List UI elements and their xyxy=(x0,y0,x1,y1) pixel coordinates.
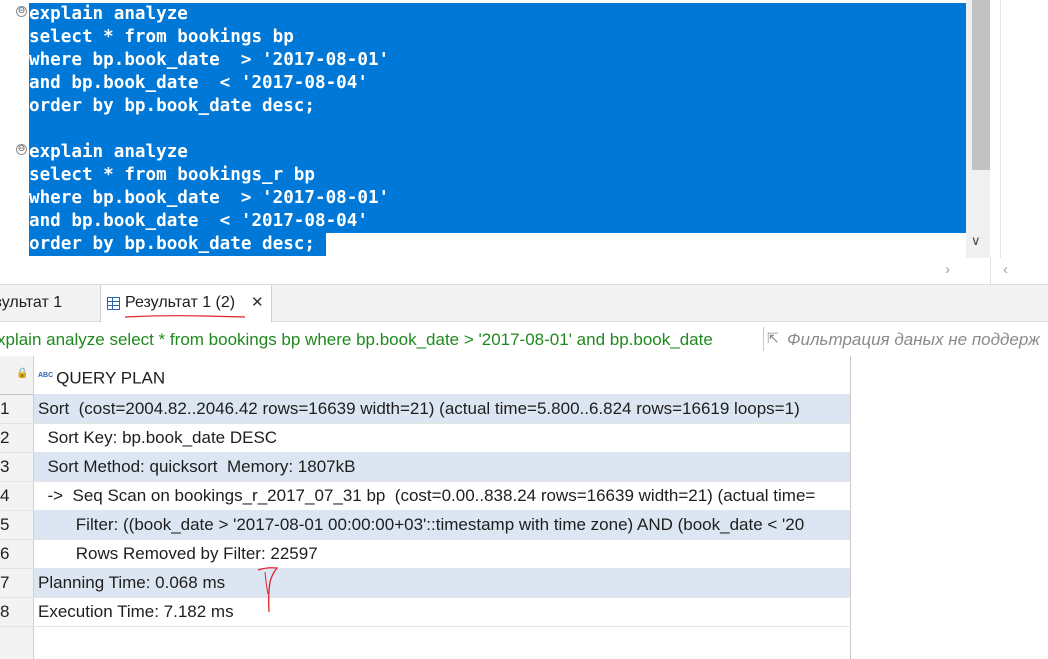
code-line: explain analyze xyxy=(29,142,188,162)
row-number: 1 xyxy=(0,399,9,418)
query-plan-cell[interactable]: -> Seq Scan on bookings_r_2017_07_31 bp … xyxy=(34,481,850,510)
code-line: order by bp.book_date desc; xyxy=(29,96,315,116)
row-number: 6 xyxy=(0,544,9,563)
code-line: select * from bookings_r bp xyxy=(29,165,315,185)
query-plan-cell[interactable]: Sort Key: bp.book_date DESC xyxy=(34,423,850,452)
chevron-down-icon[interactable]: ∨ xyxy=(971,233,981,249)
tab-result-1-2[interactable]: Результат 1 (2) ✕ xyxy=(100,285,272,322)
tab-label: езультат 1 xyxy=(0,294,63,311)
query-plan-cell[interactable]: Rows Removed by Filter: 22597 xyxy=(34,539,850,568)
row-number: 2 xyxy=(0,428,9,447)
filter-expand-icon[interactable]: ⇱ xyxy=(767,330,779,347)
table-row[interactable]: 3 Sort Method: quicksort Memory: 1807kB xyxy=(0,452,851,482)
query-plan-cell[interactable]: Planning Time: 0.068 ms xyxy=(34,568,850,597)
fold-toggle-icon[interactable]: ⊖ xyxy=(16,6,27,17)
row-number: 4 xyxy=(0,486,9,505)
tab-result-1[interactable]: езультат 1 xyxy=(0,285,88,321)
chevron-right-icon[interactable]: › xyxy=(945,261,950,278)
text-type-icon: ABC xyxy=(38,372,54,379)
panel-divider xyxy=(1000,0,1001,258)
lock-icon: 🔒 xyxy=(16,368,29,379)
code-line: and bp.book_date < '2017-08-04' xyxy=(29,211,368,231)
red-pen-annotation xyxy=(257,567,279,613)
chevron-left-icon[interactable]: ‹ xyxy=(1003,261,1008,278)
query-plan-cell[interactable]: Sort Method: quicksort Memory: 1807kB xyxy=(34,452,850,481)
code-line: where bp.book_date > '2017-08-01' xyxy=(29,50,390,70)
filter-input[interactable]: Фильтрация даных не поддерж xyxy=(787,322,1040,358)
table-row[interactable]: 8 Execution Time: 7.182 ms xyxy=(0,597,851,627)
row-number: 7 xyxy=(0,573,9,592)
editor-vertical-scrollbar[interactable]: ∨ xyxy=(966,0,990,258)
result-grid[interactable]: 🔒 ABC QUERY PLAN 1 Sort (cost=2004.82..20… xyxy=(0,356,1048,659)
filter-bar: xplain analyze select * from bookings bp… xyxy=(0,322,1048,357)
code-line: explain analyze xyxy=(29,4,188,24)
sql-editor[interactable]: ⊖ ⊖ explain analyze select * from bookin… xyxy=(0,0,1048,258)
row-number: 5 xyxy=(0,515,9,534)
code-line: select * from bookings bp xyxy=(29,27,294,47)
fold-toggle-icon[interactable]: ⊖ xyxy=(16,144,27,155)
grid-icon xyxy=(107,297,120,310)
divider xyxy=(763,327,764,351)
divider xyxy=(990,258,991,284)
table-row[interactable]: 6 Rows Removed by Filter: 22597 xyxy=(0,539,851,569)
result-tab-bar: езультат 1 Результат 1 (2) ✕ xyxy=(0,284,1048,322)
query-plan-cell[interactable]: Execution Time: 7.182 ms xyxy=(34,597,850,626)
code-line: where bp.book_date > '2017-08-01' xyxy=(29,188,390,208)
query-plan-cell[interactable]: Filter: ((book_date > '2017-08-01 00:00:… xyxy=(34,510,850,539)
grid-header: 🔒 ABC QUERY PLAN xyxy=(0,356,851,395)
row-number: 8 xyxy=(0,602,9,621)
column-header-query-plan[interactable]: ABC QUERY PLAN xyxy=(38,356,165,399)
table-row[interactable]: 2 Sort Key: bp.book_date DESC xyxy=(0,423,851,453)
table-row[interactable]: 7 Planning Time: 0.068 ms xyxy=(0,568,851,598)
executed-query-text: xplain analyze select * from bookings bp… xyxy=(0,330,713,349)
scrollbar-thumb[interactable] xyxy=(972,0,990,170)
red-underline-annotation xyxy=(124,315,246,318)
close-icon[interactable]: ✕ xyxy=(251,285,264,321)
query-plan-cell[interactable]: Sort (cost=2004.82..2046.42 rows=16639 w… xyxy=(34,394,850,423)
code-line: and bp.book_date < '2017-08-04' xyxy=(29,73,368,93)
editor-horizontal-scrollbar[interactable]: › ‹ xyxy=(0,258,1048,284)
table-row[interactable]: 5 Filter: ((book_date > '2017-08-01 00:0… xyxy=(0,510,851,540)
table-row[interactable]: 4 -> Seq Scan on bookings_r_2017_07_31 b… xyxy=(0,481,851,511)
row-number: 3 xyxy=(0,457,9,476)
column-header-label: QUERY PLAN xyxy=(56,368,166,388)
table-row[interactable]: 1 Sort (cost=2004.82..2046.42 rows=16639… xyxy=(0,394,851,424)
code-line: order by bp.book_date desc; xyxy=(29,234,315,254)
